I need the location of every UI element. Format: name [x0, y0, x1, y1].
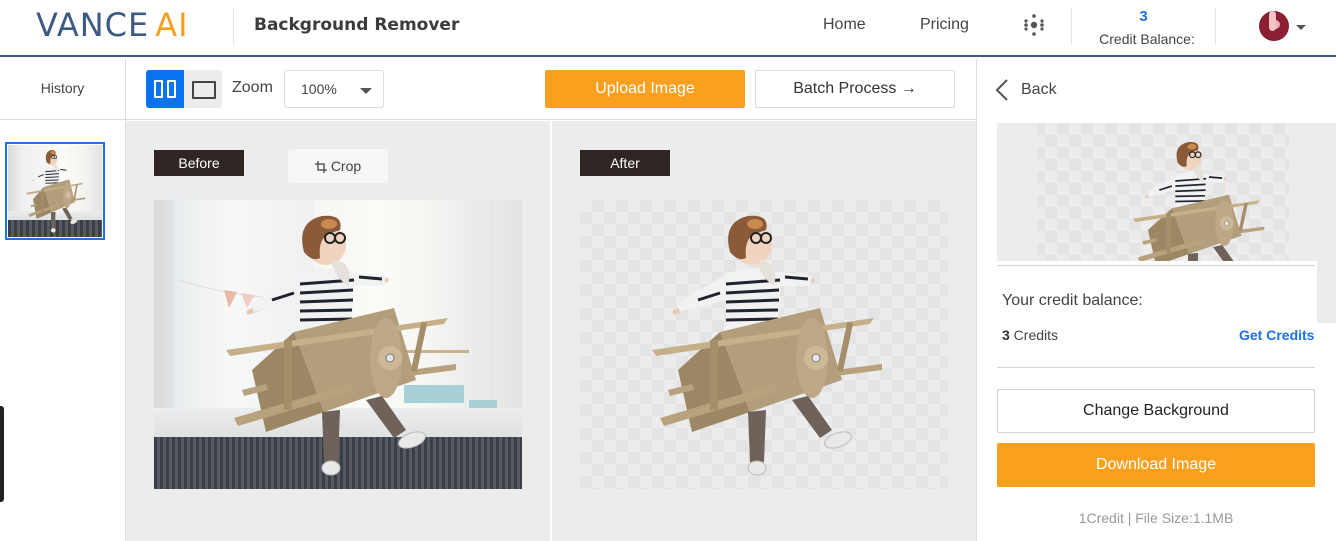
change-background-button[interactable]: Change Background: [997, 389, 1315, 433]
credit-balance-heading: Your credit balance:: [1002, 292, 1143, 309]
panel-divider: [997, 265, 1315, 266]
history-thumbnail-image: [8, 145, 102, 237]
header-credit-label: Credit Balance:: [1099, 31, 1195, 47]
before-label: Before: [154, 150, 244, 176]
child-airplane-cutout: [580, 200, 948, 489]
get-credits-link[interactable]: Get Credits: [1239, 327, 1314, 343]
split-view-icon-part: [167, 80, 176, 98]
logo-primary: VANCE: [36, 6, 150, 44]
crop-label: Crop: [330, 158, 362, 174]
editor-toolbar: Zoom 100% Upload Image Batch Process →: [126, 59, 976, 120]
header-divider: [233, 9, 234, 45]
header-credit-count: 3: [1139, 8, 1148, 25]
credit-balance-value: 3 Credits: [1002, 327, 1058, 343]
nav-pricing-link[interactable]: Pricing: [920, 16, 969, 34]
upload-image-button[interactable]: Upload Image: [545, 70, 745, 108]
back-label: Back: [1021, 81, 1057, 98]
before-image: [154, 200, 522, 489]
zoom-select[interactable]: 100%: [284, 70, 384, 108]
child-airplane-preview: [1131, 140, 1266, 261]
side-drawer-handle[interactable]: [0, 406, 4, 502]
history-sidebar: History: [0, 59, 126, 541]
single-view-button[interactable]: [184, 70, 222, 108]
zoom-value: 100%: [301, 81, 337, 97]
split-view-icon: [154, 80, 163, 98]
after-label: After: [580, 150, 670, 176]
user-avatar[interactable]: [1259, 11, 1289, 41]
single-view-icon: [192, 81, 216, 99]
after-pane: After: [552, 121, 976, 541]
history-title: History: [0, 59, 125, 120]
header-divider: [1215, 9, 1216, 45]
panel-scrollbar[interactable]: [1317, 123, 1336, 323]
panel-divider: [997, 367, 1315, 368]
before-pane: Before Crop: [126, 121, 550, 541]
apps-grid-icon[interactable]: [1022, 13, 1046, 37]
result-panel: Back Your credit balance: 3 Credits Get …: [976, 59, 1336, 541]
zoom-label: Zoom: [232, 79, 273, 96]
logo-accent: AI: [155, 6, 189, 44]
view-mode-toggle: [146, 70, 222, 108]
split-view-button[interactable]: [146, 70, 184, 108]
credit-unit: Credits: [1009, 327, 1059, 343]
top-header: VANCE AI Background Remover Home Pricing …: [0, 0, 1336, 57]
chevron-left-icon: [995, 79, 1008, 101]
chevron-down-icon[interactable]: [1296, 25, 1306, 30]
result-preview-image: [997, 123, 1317, 261]
file-info: 1Credit | File Size:1.1MB: [1078, 510, 1234, 526]
nav-home-link[interactable]: Home: [823, 16, 866, 34]
vanceai-logo[interactable]: VANCE AI: [36, 6, 189, 44]
download-image-button[interactable]: Download Image: [997, 443, 1315, 487]
app-title: Background Remover: [254, 15, 460, 35]
credit-amount: 3: [1002, 327, 1010, 343]
crop-icon: [314, 161, 327, 173]
chevron-down-icon: [360, 88, 372, 94]
child-airplane-figure: [154, 200, 522, 489]
after-image: [580, 200, 948, 489]
crop-button[interactable]: Crop: [288, 149, 388, 183]
history-item[interactable]: [5, 142, 105, 240]
batch-process-button[interactable]: Batch Process →: [755, 70, 955, 108]
child-airplane-image: [25, 149, 86, 234]
